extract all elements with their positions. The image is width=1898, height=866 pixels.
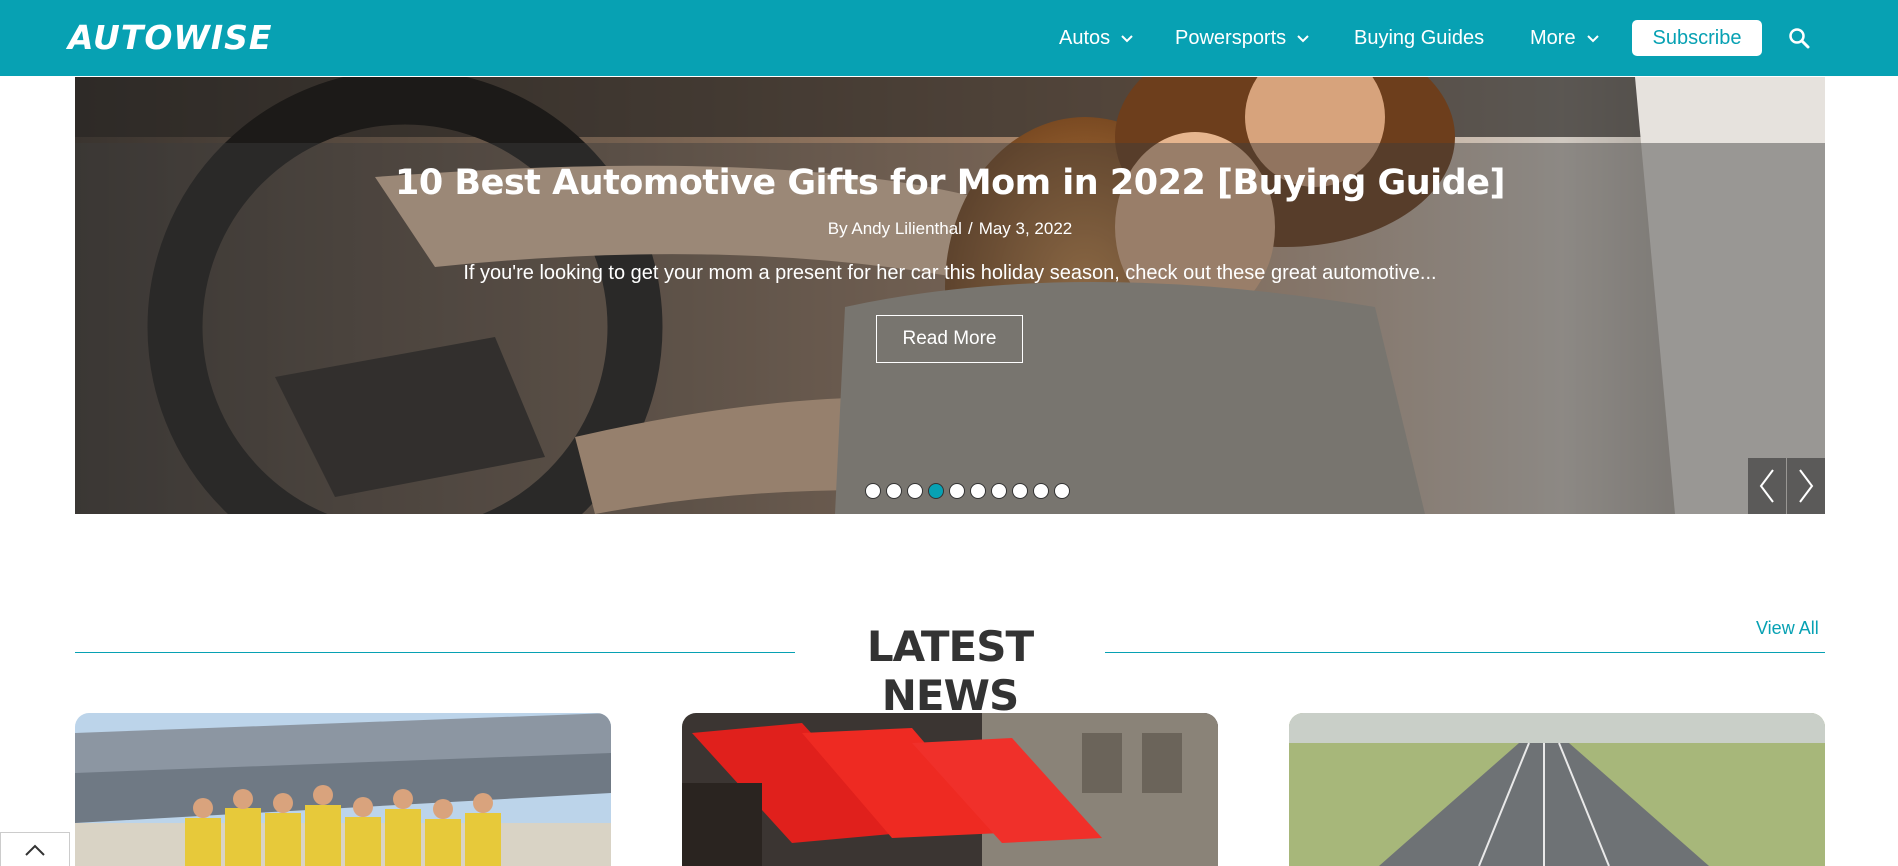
chevron-down-icon xyxy=(1121,35,1133,43)
nav-item-label: More xyxy=(1530,26,1576,49)
slider-dot[interactable] xyxy=(907,483,923,499)
nav-item-autos[interactable]: Autos xyxy=(1059,26,1134,50)
nav-item-label: Powersports xyxy=(1175,26,1287,49)
slider-dot[interactable] xyxy=(928,483,944,499)
news-card[interactable] xyxy=(1289,713,1825,866)
news-card[interactable] xyxy=(682,713,1218,866)
subscribe-button[interactable]: Subscribe xyxy=(1632,20,1762,56)
meta-separator: / xyxy=(967,219,973,238)
slider-next-button[interactable] xyxy=(1787,458,1825,514)
slider-dot[interactable] xyxy=(1033,483,1049,499)
news-card-image xyxy=(682,713,1218,866)
hero-meta: By Andy Lilienthal / May 3, 2022 xyxy=(75,219,1825,239)
news-card-image xyxy=(1289,713,1825,866)
nav-item-powersports[interactable]: Powersports xyxy=(1175,26,1310,50)
site-header: AutoWise Autos Powersports Buying Guides… xyxy=(0,0,1898,76)
nav-item-label: Buying Guides xyxy=(1354,26,1485,49)
news-card[interactable] xyxy=(75,713,611,866)
slider-dot[interactable] xyxy=(865,483,881,499)
slider-prev-button[interactable] xyxy=(1748,458,1786,514)
chevron-left-icon xyxy=(1759,469,1774,503)
hero-excerpt: If you're looking to get your mom a pres… xyxy=(463,262,1437,284)
chevron-right-icon xyxy=(1799,469,1814,503)
slider-dot[interactable] xyxy=(1054,483,1070,499)
nav-item-buying-guides[interactable]: Buying Guides xyxy=(1354,26,1484,50)
view-all-link[interactable]: View All xyxy=(1756,618,1819,639)
back-to-top-button[interactable] xyxy=(0,832,70,866)
search-icon[interactable] xyxy=(1788,27,1810,49)
slider-dot[interactable] xyxy=(991,483,1007,499)
section-divider-right xyxy=(1105,652,1825,653)
hero-slider: 10 Best Automotive Gifts for Mom in 2022… xyxy=(75,77,1825,514)
chevron-down-icon xyxy=(1586,35,1599,43)
nav-item-label: Autos xyxy=(1059,26,1111,49)
section-divider-left xyxy=(75,652,795,653)
section-title: LATEST NEWS xyxy=(866,622,1034,720)
chevron-down-icon xyxy=(1297,35,1309,43)
chevron-up-icon xyxy=(25,844,45,856)
slider-dot[interactable] xyxy=(970,483,986,499)
news-card-image xyxy=(75,713,611,866)
site-logo[interactable]: AutoWise xyxy=(68,20,272,56)
nav-item-more[interactable]: More xyxy=(1530,26,1600,50)
hero-author[interactable]: By Andy Lilienthal xyxy=(828,219,962,238)
slider-dot[interactable] xyxy=(1012,483,1028,499)
hero-title[interactable]: 10 Best Automotive Gifts for Mom in 2022… xyxy=(75,163,1825,203)
hero-date: May 3, 2022 xyxy=(978,219,1073,238)
slider-pagination xyxy=(865,483,1070,501)
slider-dot[interactable] xyxy=(949,483,965,499)
read-more-button[interactable]: Read More xyxy=(876,315,1023,363)
slider-dot[interactable] xyxy=(886,483,902,499)
